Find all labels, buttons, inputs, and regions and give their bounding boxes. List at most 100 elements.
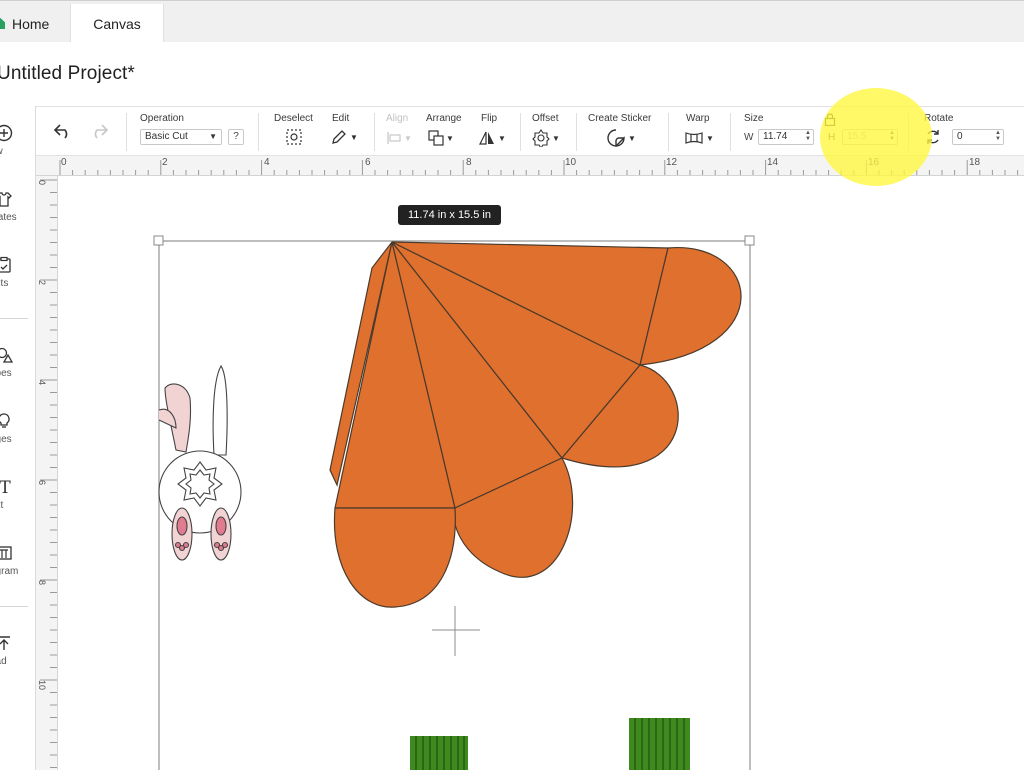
deselect-label: Deselect xyxy=(274,113,313,124)
dimension-tooltip: 11.74 in x 15.5 in xyxy=(398,205,501,225)
sidebar-item-templates[interactable]: plates xyxy=(0,190,36,242)
shapes-icon xyxy=(0,346,15,366)
warp-group: Warp ▼ xyxy=(682,107,718,157)
canvas-drawing xyxy=(153,235,755,770)
rotate-label: Rotate xyxy=(924,113,954,124)
left-sidebar: ew plates ects apes ages T ext ogram xyxy=(0,106,36,770)
sidebar-item-upload[interactable]: oad xyxy=(0,634,36,686)
offset-icon[interactable]: ▼ xyxy=(532,129,560,147)
left-ruler: 0 2 4 6 8 10 xyxy=(36,176,58,770)
flip-icon[interactable]: ▼ xyxy=(478,129,506,147)
flip-group: Flip ▼ xyxy=(478,107,512,157)
operation-select[interactable]: Basic Cut ▼ xyxy=(140,129,222,145)
toolbar-separator xyxy=(908,113,909,151)
design-canvas[interactable] xyxy=(58,176,1024,770)
height-label: H xyxy=(828,132,836,143)
ruler-label: 4 xyxy=(264,157,270,168)
height-field[interactable]: 15.5 ▲ ▼ xyxy=(842,129,898,145)
warp-icon[interactable]: ▼ xyxy=(684,129,714,147)
width-field[interactable]: 11.74 ▲ ▼ xyxy=(758,129,814,145)
sidebar-item-label: oad xyxy=(0,656,7,667)
projects-icon xyxy=(0,256,15,276)
align-group: Align ▼ xyxy=(386,107,418,157)
tab-canvas[interactable]: Canvas xyxy=(70,4,164,43)
ruler-label: 6 xyxy=(37,480,47,486)
ruler-label: 10 xyxy=(565,157,577,168)
sidebar-item-images[interactable]: ages xyxy=(0,412,36,464)
ruler-label: 8 xyxy=(466,157,472,168)
rotate-icon[interactable] xyxy=(924,128,942,146)
sidebar-item-projects[interactable]: ects xyxy=(0,256,36,308)
monogram-icon xyxy=(0,544,15,564)
flip-label: Flip xyxy=(481,113,498,124)
ruler-label: 4 xyxy=(37,380,47,386)
toolbar-separator xyxy=(126,113,127,151)
deselect-icon[interactable] xyxy=(285,128,303,146)
ruler-label: 0 xyxy=(61,157,67,168)
ruler-label: 2 xyxy=(37,280,47,286)
carrot-template[interactable] xyxy=(329,241,742,608)
undo-icon[interactable] xyxy=(52,121,74,139)
rotate-value: 0 xyxy=(957,131,963,142)
offset-group: Offset ▼ xyxy=(530,107,566,157)
create-sticker-group: Create Sticker ▼ xyxy=(588,107,660,157)
project-header: Untitled Project* xyxy=(0,42,1024,106)
tab-home[interactable]: Home xyxy=(0,4,66,43)
height-value: 15.5 xyxy=(847,131,867,142)
sidebar-item-new[interactable]: ew xyxy=(0,124,36,176)
center-crosshair xyxy=(432,606,480,656)
images-bulb-icon xyxy=(0,412,15,432)
sidebar-item-shapes[interactable]: apes xyxy=(0,346,36,398)
tab-canvas-label: Canvas xyxy=(93,15,141,32)
sticker-icon[interactable]: ▼ xyxy=(606,129,636,147)
deselect-group: Deselect xyxy=(274,107,318,157)
redo-icon[interactable] xyxy=(88,121,110,139)
create-sticker-label: Create Sticker xyxy=(588,113,652,124)
operation-label: Operation xyxy=(140,113,184,124)
operation-help-button[interactable]: ? xyxy=(228,129,244,145)
size-group: Size W 11.74 ▲ ▼ H 15.5 ▲ ▼ xyxy=(742,107,912,157)
edit-pencil-icon[interactable]: ▼ xyxy=(330,128,358,146)
operation-value: Basic Cut xyxy=(145,131,188,142)
upload-icon xyxy=(0,634,15,654)
rotate-field[interactable]: 0 ▲ ▼ xyxy=(952,129,1004,145)
operation-group: Operation Basic Cut ▼ ? xyxy=(140,107,260,157)
width-stepper[interactable]: ▲ ▼ xyxy=(805,130,811,142)
height-stepper[interactable]: ▲ ▼ xyxy=(889,130,895,142)
toolbar-separator xyxy=(520,113,521,151)
ruler-label: 8 xyxy=(37,580,47,586)
sidebar-item-monogram[interactable]: ogram xyxy=(0,544,36,596)
width-value: 11.74 xyxy=(763,131,788,142)
selection-handle-top-right[interactable] xyxy=(744,235,755,246)
lock-icon[interactable] xyxy=(824,113,836,126)
rotate-group: Rotate 0 ▲ ▼ xyxy=(922,107,1022,157)
carrot-stem-left[interactable] xyxy=(410,736,468,770)
warp-label: Warp xyxy=(686,113,710,124)
sidebar-item-label: ew xyxy=(0,146,3,157)
arrange-label: Arrange xyxy=(426,113,462,124)
sidebar-divider xyxy=(0,318,28,319)
plus-circle-icon xyxy=(0,124,15,144)
edit-group: Edit ▼ xyxy=(330,107,366,157)
size-label: Size xyxy=(744,113,764,124)
arrange-icon[interactable]: ▼ xyxy=(428,129,454,147)
align-icon: ▼ xyxy=(386,129,412,147)
ruler-label: 12 xyxy=(666,157,678,168)
carrot-stem-right[interactable] xyxy=(629,718,690,770)
home-icon xyxy=(0,18,5,29)
rotate-stepper[interactable]: ▲ ▼ xyxy=(995,130,1001,142)
ruler-label: 16 xyxy=(868,157,880,168)
bunny-graphic[interactable] xyxy=(158,364,242,561)
sidebar-item-text[interactable]: T ext xyxy=(0,478,36,530)
sidebar-item-label: ogram xyxy=(0,566,19,577)
ruler-label: 14 xyxy=(767,157,779,168)
offset-label: Offset xyxy=(532,113,559,124)
toolbar-separator xyxy=(668,113,669,151)
width-label: W xyxy=(744,132,754,143)
tab-bar: Home Canvas xyxy=(0,0,1024,43)
tab-home-label: Home xyxy=(12,15,50,32)
ruler-label: 18 xyxy=(969,157,981,168)
project-title[interactable]: Untitled Project* xyxy=(0,63,135,85)
chevron-down-icon: ▼ xyxy=(209,132,217,141)
selection-handle-top-left[interactable] xyxy=(153,235,164,246)
